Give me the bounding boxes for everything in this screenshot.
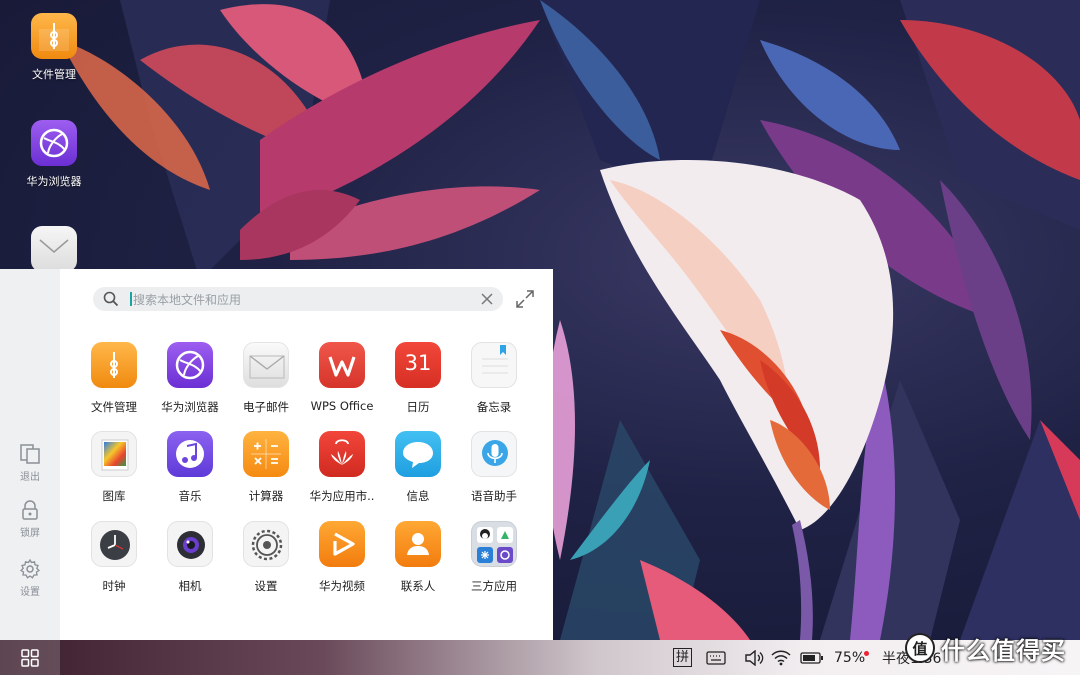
start-panel-sidebar: 退出 锁屏 设置	[0, 269, 60, 640]
search-box[interactable]: 搜索本地文件和应用	[93, 287, 503, 311]
watermark-text: 什么值得买	[941, 636, 1066, 665]
app-label: 日历	[406, 400, 430, 414]
appgallery-icon	[319, 431, 365, 477]
app-label: 信息	[406, 489, 430, 503]
calendar-icon: 31	[395, 342, 441, 388]
battery-indicator[interactable]	[800, 640, 824, 675]
desktop-icon-mail[interactable]	[14, 226, 94, 272]
app-voice-assistant[interactable]: 语音助手	[456, 431, 532, 504]
app-label: 时钟	[102, 579, 126, 593]
app-messages[interactable]: 信息	[380, 431, 456, 504]
mail-icon	[243, 342, 289, 388]
notification-dot	[864, 651, 869, 656]
app-video[interactable]: 华为视频	[304, 521, 380, 594]
app-label: 音乐	[178, 489, 202, 503]
app-label: 图库	[102, 489, 126, 503]
voice-assistant-icon	[471, 431, 517, 477]
app-calendar[interactable]: 31 日历	[380, 342, 456, 415]
watermark-badge: 值	[905, 633, 935, 663]
settings-side-button[interactable]: 设置	[0, 559, 60, 598]
ime-indicator[interactable]: 拼	[673, 640, 693, 675]
search-icon	[103, 291, 119, 307]
camera-icon	[167, 521, 213, 567]
battery-percent: 75%	[834, 649, 866, 666]
file-manager-icon	[31, 13, 77, 59]
app-label: 华为浏览器	[161, 400, 219, 414]
battery-icon	[800, 651, 823, 664]
clock-icon	[91, 521, 137, 567]
keyboard-button[interactable]	[706, 640, 726, 675]
app-calculator[interactable]: 计算器	[228, 431, 304, 504]
app-label: 文件管理	[91, 400, 137, 414]
watermark: 值 什么值得买	[905, 628, 1080, 668]
app-camera[interactable]: 相机	[152, 521, 228, 594]
app-browser[interactable]: 华为浏览器	[152, 342, 228, 415]
browser-icon	[31, 120, 77, 166]
app-label: WPS Office	[310, 399, 374, 413]
keyboard-icon	[706, 650, 726, 665]
music-icon	[167, 431, 213, 477]
contacts-icon	[395, 521, 441, 567]
exit-label: 退出	[20, 472, 40, 483]
desktop-icon-label: 华为浏览器	[26, 175, 82, 188]
settings-icon	[243, 521, 289, 567]
app-gallery[interactable]: 图库	[76, 431, 152, 504]
lock-button[interactable]: 锁屏	[0, 500, 60, 539]
app-label: 三方应用	[471, 579, 517, 593]
app-clock[interactable]: 时钟	[76, 521, 152, 594]
app-contacts[interactable]: 联系人	[380, 521, 456, 594]
video-icon	[319, 521, 365, 567]
search-input[interactable]: 搜索本地文件和应用	[133, 291, 241, 308]
app-email[interactable]: 电子邮件	[228, 342, 304, 415]
ime-label: 拼	[673, 648, 693, 667]
app-music[interactable]: 音乐	[152, 431, 228, 504]
app-label: 华为视频	[319, 579, 365, 593]
app-label: 备忘录	[476, 400, 512, 414]
app-label: 语音助手	[471, 489, 517, 503]
app-label: 相机	[178, 579, 202, 593]
lock-icon	[22, 500, 38, 520]
volume-button[interactable]	[744, 640, 764, 675]
app-label: 华为应用市..	[309, 489, 375, 503]
messages-icon	[395, 431, 441, 477]
app-wps[interactable]: WPS Office	[304, 342, 380, 413]
app-label: 计算器	[248, 489, 284, 503]
text-cursor	[130, 292, 132, 306]
clear-icon[interactable]	[479, 291, 495, 307]
grid-icon	[21, 649, 39, 667]
start-button[interactable]	[0, 640, 60, 675]
app-appgallery[interactable]: 华为应用市..	[304, 431, 380, 504]
volume-icon	[745, 649, 764, 666]
browser-icon	[167, 342, 213, 388]
app-third-party-folder[interactable]: 三方应用	[456, 521, 532, 594]
settings-side-label: 设置	[20, 587, 40, 598]
app-notes[interactable]: 备忘录	[456, 342, 532, 415]
calendar-day: 31	[404, 351, 432, 375]
start-panel: 搜索本地文件和应用 文件管理 华为浏览器 电子邮件 WPS Office 31 …	[60, 269, 553, 640]
exit-button[interactable]: 退出	[0, 444, 60, 483]
gear-icon	[20, 559, 40, 579]
third-party-folder-icon	[471, 521, 517, 567]
app-settings[interactable]: 设置	[228, 521, 304, 594]
mail-icon	[31, 226, 77, 272]
app-file-manager[interactable]: 文件管理	[76, 342, 152, 415]
notes-icon	[471, 342, 517, 388]
wifi-icon	[771, 650, 791, 665]
desktop-icon-browser[interactable]: 华为浏览器	[14, 120, 94, 189]
file-manager-icon	[91, 342, 137, 388]
desktop-icon-label: 文件管理	[32, 68, 76, 81]
app-label: 电子邮件	[243, 400, 289, 414]
lock-label: 锁屏	[20, 528, 40, 539]
app-label: 设置	[254, 579, 278, 593]
desktop-icon-file-manager[interactable]: 文件管理	[14, 13, 94, 82]
wifi-button[interactable]	[771, 640, 791, 675]
calculator-icon	[243, 431, 289, 477]
gallery-icon	[91, 431, 137, 477]
wps-icon	[319, 342, 365, 388]
expand-icon[interactable]	[515, 289, 535, 309]
exit-icon	[20, 444, 40, 464]
app-label: 联系人	[400, 579, 436, 593]
